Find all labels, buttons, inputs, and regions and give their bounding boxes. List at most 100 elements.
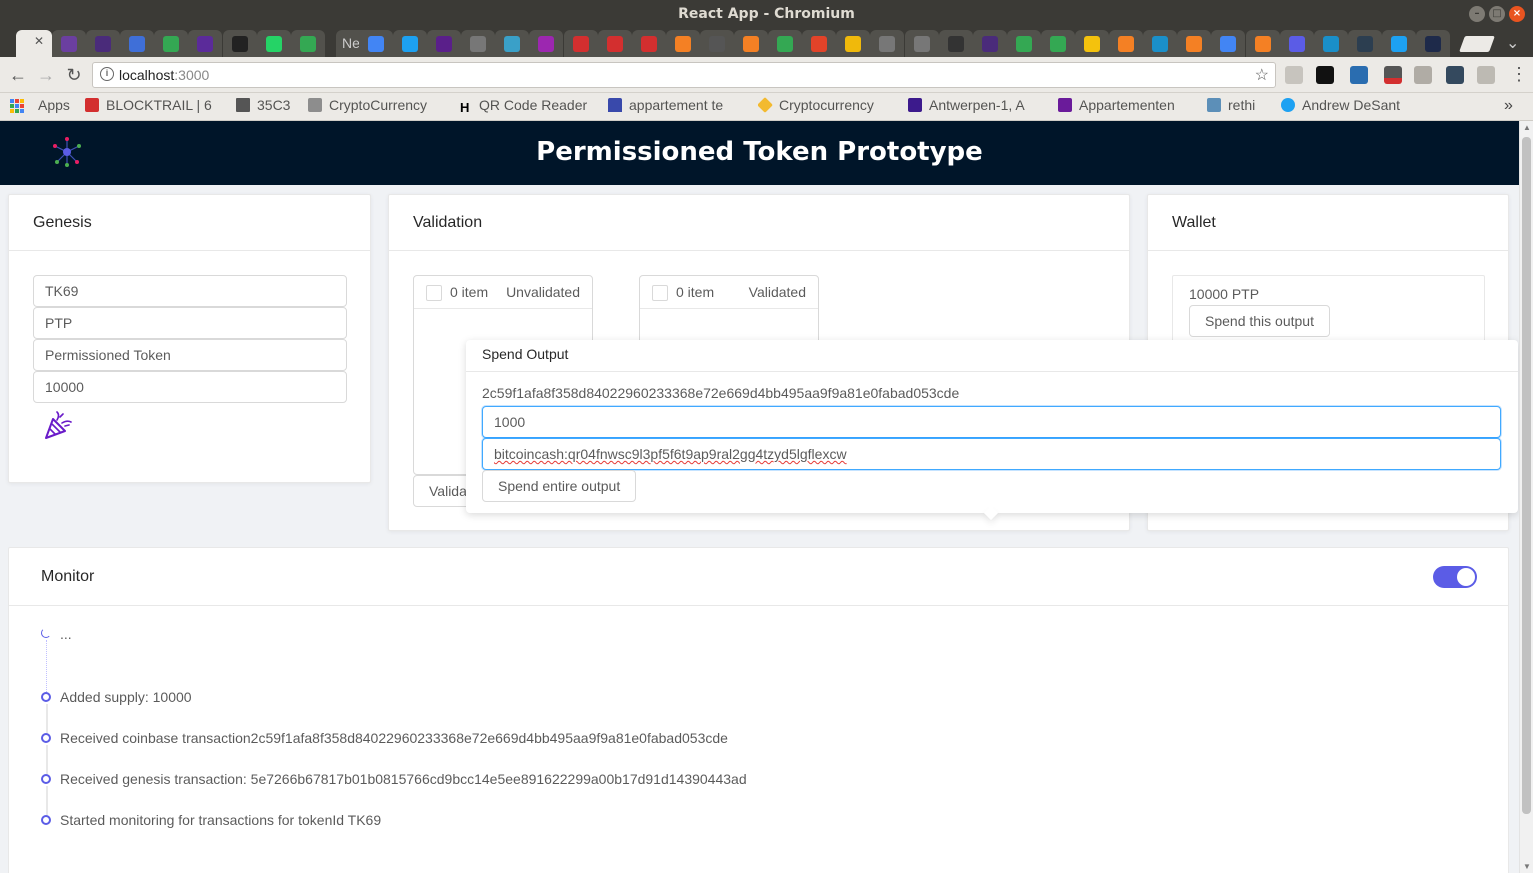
browser-tab[interactable]	[290, 30, 325, 57]
token-symbol-input[interactable]: PTP	[33, 307, 347, 339]
bookmark-appartement[interactable]: appartement te	[608, 97, 744, 113]
browser-tab[interactable]	[154, 30, 189, 57]
tab-label: Ne	[342, 35, 360, 51]
token-name-input[interactable]: Permissioned Token	[33, 339, 347, 371]
browser-tab[interactable]	[665, 30, 700, 57]
page-scrollbar[interactable]: ▲ ▼	[1519, 121, 1533, 873]
browser-tab[interactable]	[563, 30, 598, 57]
h-icon: H	[460, 100, 470, 115]
extension-icon[interactable]	[1414, 66, 1432, 84]
tab-react-app[interactable]: ✕	[16, 30, 52, 57]
browser-tab[interactable]	[972, 30, 1007, 57]
spend-amount-input[interactable]: 1000	[482, 406, 1501, 438]
browser-tab[interactable]	[802, 30, 837, 57]
unvalidated-select-all-checkbox[interactable]	[426, 285, 442, 301]
maximize-icon[interactable]: □	[1489, 6, 1505, 22]
browser-tab[interactable]	[1006, 30, 1041, 57]
browser-tab[interactable]	[904, 30, 939, 57]
monitor-toggle-switch[interactable]	[1433, 566, 1477, 588]
browser-tab[interactable]	[1416, 30, 1450, 57]
browser-tab[interactable]	[1040, 30, 1075, 57]
bookmark-35c3[interactable]: 35C3	[236, 97, 290, 113]
scroll-up-icon[interactable]: ▲	[1523, 123, 1531, 132]
more-bookmarks-icon[interactable]: »	[1504, 97, 1513, 115]
browser-tab[interactable]	[597, 30, 632, 57]
bookmark-site-icon	[308, 98, 322, 112]
browser-menu-icon[interactable]: ⋮	[1510, 64, 1528, 85]
back-icon[interactable]: ←	[7, 64, 29, 86]
bookmark-blocktrail[interactable]: BLOCKTRAIL | 6	[85, 97, 219, 113]
timeline-event: Received genesis transaction: 5e7266b678…	[60, 771, 747, 787]
browser-tab[interactable]	[1075, 30, 1109, 57]
extension-icon[interactable]	[1316, 66, 1334, 84]
browser-tab[interactable]	[188, 30, 223, 57]
browser-tab[interactable]	[768, 30, 803, 57]
bookmark-appartementen[interactable]: Appartementen	[1058, 97, 1194, 113]
tab-favicon-icon	[606, 36, 623, 52]
browser-tab[interactable]	[1245, 30, 1280, 57]
browser-tab[interactable]	[495, 30, 530, 57]
extension-icon[interactable]	[1477, 66, 1495, 84]
reload-icon[interactable]: ↻	[63, 64, 85, 86]
browser-tab[interactable]	[938, 30, 973, 57]
bookmark-apps[interactable]: Apps	[38, 97, 70, 113]
tab-favicon-icon	[1118, 36, 1135, 52]
new-tab-button[interactable]	[1459, 36, 1495, 52]
window-controls: – □ ×	[1469, 6, 1525, 22]
profile-icon[interactable]: ⌄	[1506, 33, 1519, 53]
recipient-address-input[interactable]: bitcoincash:qr04fnwsc9l3pf5f6t9ap9ral2gg…	[482, 438, 1501, 470]
browser-tab[interactable]	[222, 30, 257, 57]
scroll-down-icon[interactable]: ▼	[1523, 862, 1531, 871]
bookmark-andrew[interactable]: Andrew DeSant	[1281, 97, 1417, 113]
spend-this-output-button[interactable]: Spend this output	[1189, 305, 1330, 337]
bookmark-cryptocurrency-2[interactable]: Cryptocurrency	[758, 97, 894, 113]
browser-tab[interactable]	[393, 30, 427, 57]
close-tab-icon[interactable]: ✕	[34, 34, 44, 48]
browser-tab[interactable]	[1177, 30, 1212, 57]
extension-icon[interactable]	[1384, 66, 1402, 84]
validated-select-all-checkbox[interactable]	[652, 285, 668, 301]
bookmark-antwerpen[interactable]: Antwerpen-1, A	[908, 97, 1044, 113]
token-id-input[interactable]: TK69	[33, 275, 347, 307]
browser-tab[interactable]	[1347, 30, 1382, 57]
scrollbar-thumb[interactable]	[1522, 137, 1531, 814]
browser-tab[interactable]	[631, 30, 666, 57]
tab-favicon-icon	[1152, 36, 1169, 52]
browser-tab[interactable]	[1143, 30, 1178, 57]
bookmark-cryptocurrency[interactable]: CryptoCurrency	[308, 97, 446, 113]
extension-icon[interactable]	[1350, 66, 1368, 84]
bookmark-star-icon[interactable]: ☆	[1255, 65, 1269, 85]
bookmark-rethi[interactable]: rethi	[1207, 97, 1255, 113]
browser-tab[interactable]	[461, 30, 496, 57]
apps-icon[interactable]	[10, 99, 24, 113]
browser-tab[interactable]	[358, 30, 393, 57]
browser-tab[interactable]	[699, 30, 734, 57]
browser-tab[interactable]	[86, 30, 121, 57]
app-title: Permissioned Token Prototype	[536, 137, 983, 167]
browser-tab[interactable]	[529, 30, 564, 57]
browser-tab[interactable]	[1279, 30, 1314, 57]
browser-tab[interactable]	[120, 30, 155, 57]
close-window-icon[interactable]: ×	[1509, 6, 1525, 22]
party-popper-icon[interactable]	[43, 411, 73, 441]
forward-icon[interactable]: →	[35, 64, 57, 86]
address-bar[interactable]: i localhost:3000 ☆	[92, 62, 1276, 88]
site-info-icon[interactable]: i	[100, 67, 114, 81]
spend-entire-output-button[interactable]: Spend entire output	[482, 470, 637, 502]
minimize-icon[interactable]: –	[1469, 6, 1485, 22]
browser-tab[interactable]	[1381, 30, 1416, 57]
tab-favicon-icon	[1049, 36, 1066, 52]
browser-tab[interactable]	[1109, 30, 1144, 57]
browser-tab[interactable]	[836, 30, 871, 57]
bookmark-qr-reader[interactable]: H QR Code Reader	[460, 97, 596, 115]
token-supply-input[interactable]: 10000	[33, 371, 347, 403]
browser-tab[interactable]	[52, 30, 86, 57]
browser-tab[interactable]	[870, 30, 905, 57]
browser-tab[interactable]	[734, 30, 768, 57]
extension-icon[interactable]	[1285, 66, 1303, 84]
browser-tab[interactable]	[256, 30, 291, 57]
browser-tab[interactable]	[1313, 30, 1348, 57]
extension-icon[interactable]	[1446, 66, 1464, 84]
browser-tab[interactable]	[1211, 30, 1246, 57]
browser-tab[interactable]	[427, 30, 462, 57]
